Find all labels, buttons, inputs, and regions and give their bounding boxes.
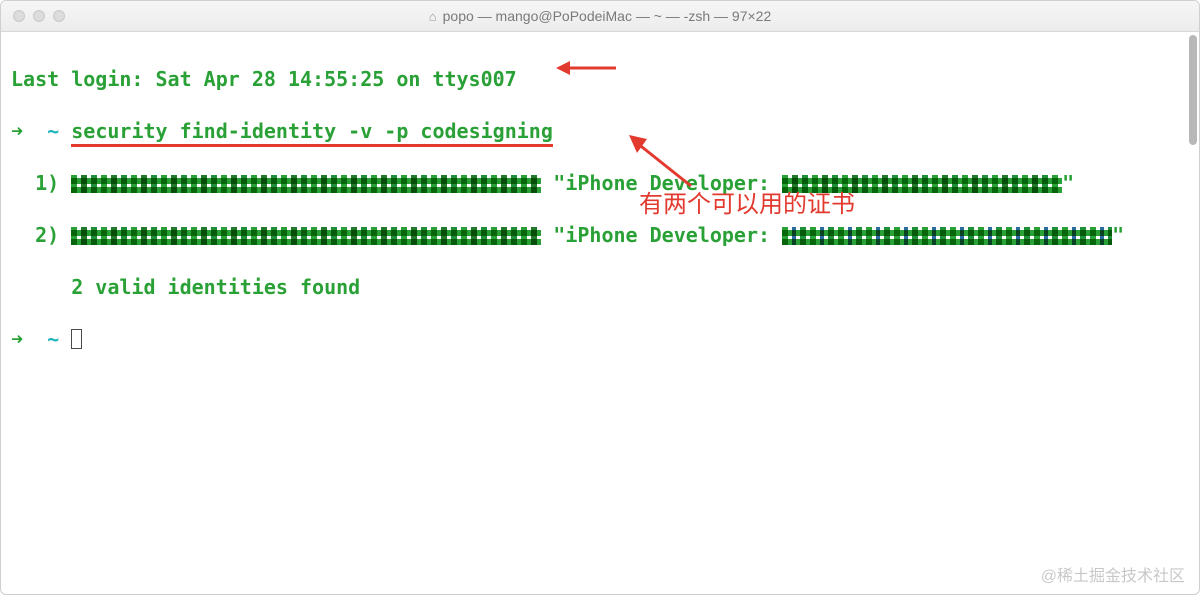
command-text: security find-identity -v -p codesigning	[71, 119, 553, 147]
row-tail-2: "	[1112, 223, 1124, 247]
summary-line: 2 valid identities found	[11, 274, 1189, 300]
redacted-name-1	[782, 175, 1062, 193]
row-tail-1: "	[1062, 171, 1074, 195]
redacted-hash-1	[71, 175, 541, 193]
window-title: ⌂ popo — mango@PoPodeiMac — ~ — -zsh — 9…	[1, 8, 1199, 24]
row-label-1: "iPhone Developer:	[553, 171, 770, 195]
last-login-line: Last login: Sat Apr 28 14:55:25 on ttys0…	[11, 66, 1189, 92]
prompt-tilde: ~	[47, 119, 59, 143]
prompt-arrow-icon: ➜	[11, 327, 23, 351]
prompt-arrow-icon: ➜	[11, 119, 23, 143]
window-controls	[1, 10, 65, 22]
terminal-body[interactable]: Last login: Sat Apr 28 14:55:25 on ttys0…	[1, 32, 1199, 404]
summary-text: 2 valid identities found	[71, 275, 360, 299]
row-label-2: "iPhone Developer:	[553, 223, 770, 247]
cursor	[71, 329, 82, 349]
prompt-line-2: ➜ ~	[11, 326, 1189, 352]
home-icon: ⌂	[429, 9, 437, 24]
row-index-1: 1)	[35, 171, 59, 195]
window-title-text: popo — mango@PoPodeiMac — ~ — -zsh — 97×…	[443, 8, 772, 24]
zoom-icon[interactable]	[53, 10, 65, 22]
scrollbar[interactable]	[1189, 35, 1197, 145]
minimize-icon[interactable]	[33, 10, 45, 22]
terminal-window: ⌂ popo — mango@PoPodeiMac — ~ — -zsh — 9…	[0, 0, 1200, 595]
prompt-line-1: ➜ ~ security find-identity -v -p codesig…	[11, 118, 1189, 144]
result-row-2: 2) "iPhone Developer: "	[11, 222, 1189, 248]
result-row-1: 1) "iPhone Developer: "	[11, 170, 1189, 196]
prompt-tilde: ~	[47, 327, 59, 351]
titlebar[interactable]: ⌂ popo — mango@PoPodeiMac — ~ — -zsh — 9…	[1, 1, 1199, 32]
close-icon[interactable]	[13, 10, 25, 22]
redacted-hash-2	[71, 227, 541, 245]
row-index-2: 2)	[35, 223, 59, 247]
redacted-name-2	[782, 227, 1112, 245]
watermark: @稀土掘金技术社区	[1041, 562, 1185, 586]
